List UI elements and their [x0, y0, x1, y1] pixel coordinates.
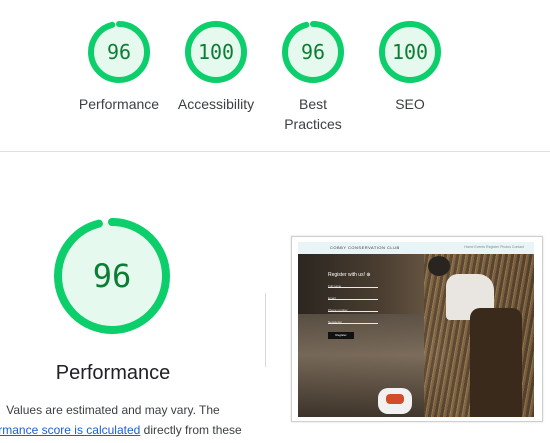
- gauge-label: Best Practices: [263, 94, 363, 134]
- gauge-label-line: SEO: [395, 96, 425, 112]
- thumbnail-field: Phone number: [328, 308, 378, 312]
- thumbnail-field: Full name: [328, 284, 378, 288]
- photo-person-waders: [470, 308, 522, 417]
- gauge-label-line: Practices: [284, 116, 342, 132]
- score-calculated-link[interactable]: rformance score is calculated: [0, 423, 140, 437]
- thumbnail-nav-links: Home Events Register Photos Contact: [464, 245, 524, 249]
- performance-title: Performance: [55, 362, 171, 384]
- gauge-score: 96: [301, 40, 325, 64]
- performance-gauge-large: 96: [52, 216, 172, 336]
- gauge-ring: 96: [282, 21, 344, 83]
- gauge-label-line: Accessibility: [177, 96, 255, 112]
- gauge-ring: 96: [88, 21, 150, 83]
- performance-description: Values are estimated and may vary. The r…: [0, 400, 246, 440]
- gauge-ring: 100: [379, 21, 441, 83]
- description-text-tail: directly from these: [140, 423, 242, 437]
- thumbnail-register-button: Register: [328, 332, 354, 339]
- gauge-label-line: Performance: [78, 96, 160, 112]
- gauge-score: 100: [198, 40, 234, 64]
- category-gauges: 96 Performance 100 Accessibility 96 Best…: [0, 0, 550, 150]
- photo-bag-contents: [386, 394, 404, 404]
- vertical-separator: [265, 293, 266, 367]
- thumbnail-field: Newsletter: [328, 320, 378, 324]
- gauge-ring: 100: [185, 21, 247, 83]
- gauge-label: Accessibility: [166, 94, 266, 114]
- photo-person-head: [428, 256, 450, 276]
- gauge-seo[interactable]: 100 SEO: [360, 18, 460, 114]
- section-divider: [0, 151, 550, 152]
- gauge-performance[interactable]: 96 Performance: [69, 18, 169, 114]
- final-screenshot-thumbnail[interactable]: COBBY CONSERVATION CLUB Home Events Regi…: [291, 236, 543, 422]
- gauge-accessibility[interactable]: 100 Accessibility: [166, 18, 266, 114]
- thumbnail-brand: COBBY CONSERVATION CLUB: [330, 245, 400, 250]
- gauge-ring: 96: [54, 218, 170, 334]
- thumbnail-field: Email: [328, 296, 378, 300]
- gauge-score: 96: [107, 40, 131, 64]
- gauge-score: 100: [392, 40, 428, 64]
- thumbnail-form-title: Register with us! ⊕: [328, 272, 371, 278]
- thumbnail-navbar: COBBY CONSERVATION CLUB Home Events Regi…: [298, 242, 534, 254]
- description-text: Values are estimated and may vary. The: [6, 403, 220, 417]
- thumbnail-hero-photo: Register with us! ⊕ Full name Email Phon…: [298, 254, 534, 417]
- gauge-label: SEO: [360, 94, 460, 114]
- gauge-score: 96: [93, 257, 132, 295]
- gauge-best-practices[interactable]: 96 Best Practices: [263, 18, 363, 134]
- gauge-label-line: Best: [298, 96, 327, 112]
- gauge-label: Performance: [69, 94, 169, 114]
